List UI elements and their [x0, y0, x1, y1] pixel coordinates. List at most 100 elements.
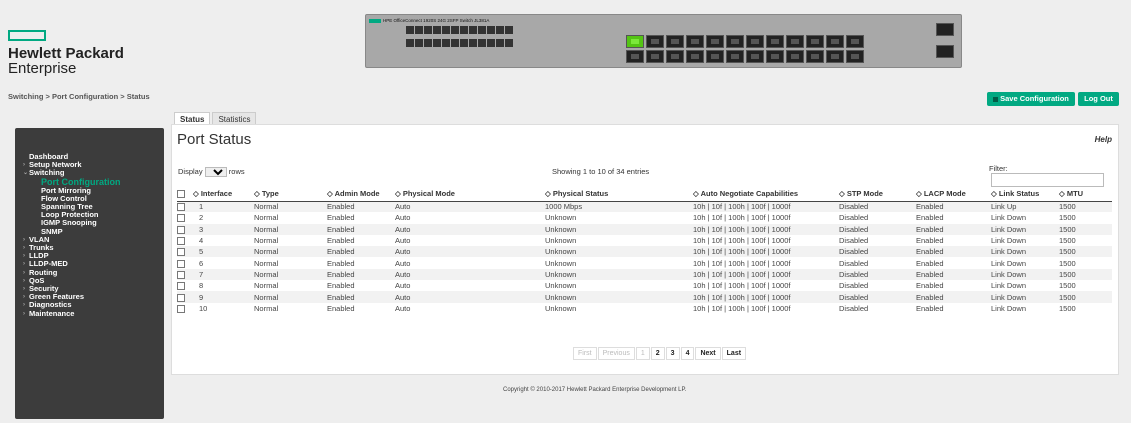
table-cell: 3: [193, 223, 254, 235]
table-row[interactable]: 2 Normal Enabled Auto Unknown 10h | 10f | 100…: [177, 212, 1112, 223]
pager-next[interactable]: Next: [695, 347, 721, 360]
switch-port-24[interactable]: [846, 50, 864, 63]
column-header[interactable]: ◇ Physical Status: [545, 187, 693, 202]
pager-first[interactable]: First: [573, 347, 597, 360]
switch-port-18[interactable]: [786, 50, 804, 63]
column-header[interactable]: ◇ Link Status: [991, 187, 1059, 202]
row-checkbox[interactable]: [177, 293, 185, 302]
switch-port-13[interactable]: [746, 35, 764, 48]
port-led: [424, 26, 432, 34]
table-row[interactable]: 9 Normal Enabled Auto Unknown 10h | 10f | 100…: [177, 291, 1112, 303]
switch-port-14[interactable]: [746, 50, 764, 63]
hpe-logo-mark: [8, 30, 46, 41]
table-cell: 10h | 10f | 100h | 100f | 1000f: [693, 223, 839, 235]
table-cell: Enabled: [327, 246, 395, 258]
table-cell: Link Down: [991, 213, 1027, 223]
row-checkbox[interactable]: [177, 270, 185, 279]
row-checkbox[interactable]: [177, 304, 185, 313]
row-checkbox[interactable]: [177, 248, 185, 257]
rows-per-page-select[interactable]: 10: [204, 167, 227, 177]
switch-port-17[interactable]: [786, 35, 804, 48]
table-cell: Enabled: [327, 236, 355, 246]
table-cell: Unknown: [545, 223, 693, 235]
column-header[interactable]: ◇ LACP Mode: [916, 187, 991, 202]
port-led: [451, 39, 459, 47]
table-cell: 10h | 10f | 100h | 100f | 1000f: [693, 258, 791, 268]
table-cell: 1: [193, 201, 254, 213]
switch-port-10[interactable]: [706, 50, 724, 63]
switch-port-12[interactable]: [726, 50, 744, 63]
switch-port-21[interactable]: [826, 35, 844, 48]
column-header[interactable]: ◇ STP Mode: [839, 187, 916, 202]
table-cell: Normal: [254, 258, 279, 268]
row-checkbox[interactable]: [177, 203, 185, 212]
port-led: [460, 39, 468, 47]
switch-port-7[interactable]: [686, 35, 704, 48]
row-checkbox[interactable]: [177, 259, 185, 268]
pager-2[interactable]: 2: [650, 347, 665, 360]
table-row[interactable]: 10 Normal Enabled Auto Unknown 10h | 10f | 10…: [177, 303, 1112, 314]
table-cell: Auto: [395, 246, 545, 258]
sidebar-item-port-mirroring[interactable]: Port Mirroring: [15, 186, 164, 195]
table-row[interactable]: 5 Normal Enabled Auto Unknown 10h | 10f | 100…: [177, 246, 1112, 258]
sidebar-nav: Dashboard › Setup Network ⌄ Switching Port Co…: [15, 128, 164, 419]
switch-port-16[interactable]: [766, 50, 784, 63]
switch-port-6[interactable]: [666, 50, 684, 63]
filter-input[interactable]: [991, 173, 1104, 187]
table-row[interactable]: 4 Normal Enabled Auto Unknown 10h | 10f | 100…: [177, 235, 1112, 246]
row-checkbox[interactable]: [177, 282, 185, 291]
switch-port-20[interactable]: [806, 50, 824, 63]
logout-button[interactable]: Log Out: [1078, 92, 1119, 106]
column-header[interactable]: ◇ Physical Mode: [395, 187, 545, 202]
row-checkbox[interactable]: [177, 214, 185, 223]
switch-port-5[interactable]: [666, 35, 684, 48]
table-cell: Enabled: [916, 258, 944, 268]
pager-3[interactable]: 3: [665, 347, 680, 360]
switch-port-11[interactable]: [726, 35, 744, 48]
switch-port-3[interactable]: [646, 35, 664, 48]
table-cell: Link Down: [991, 236, 1027, 246]
pager-1[interactable]: 1: [635, 347, 650, 360]
led-grid: [406, 26, 513, 52]
column-header[interactable]: ◇ Interface: [193, 187, 254, 202]
switch-port-9[interactable]: [706, 35, 724, 48]
row-checkbox[interactable]: [177, 225, 185, 234]
switch-port-2[interactable]: [626, 50, 644, 63]
column-header[interactable]: ◇ Type: [254, 187, 327, 202]
sfp-port-26[interactable]: [936, 45, 954, 58]
switch-port-4[interactable]: [646, 50, 664, 63]
save-icon: [993, 96, 999, 102]
column-header[interactable]: ◇ Auto Negotiate Capabilities: [693, 187, 839, 202]
table-cell: 1500: [1059, 258, 1076, 268]
chevron-icon: ›: [23, 162, 25, 169]
pager-previous[interactable]: Previous: [597, 347, 635, 360]
column-header[interactable]: ◇ MTU: [1059, 187, 1112, 202]
table-cell: 1500: [1059, 223, 1112, 235]
row-checkbox[interactable]: [177, 237, 185, 246]
table-cell: 5: [193, 246, 254, 258]
table-cell: Auto: [395, 236, 411, 246]
pager-4[interactable]: 4: [680, 347, 695, 360]
table-cell: Unknown: [545, 303, 577, 313]
switch-port-19[interactable]: [806, 35, 824, 48]
table-row[interactable]: 3 Normal Enabled Auto Unknown 10h | 10f | 100…: [177, 223, 1112, 235]
switch-port-22[interactable]: [826, 50, 844, 63]
switch-port-15[interactable]: [766, 35, 784, 48]
table-row[interactable]: 6 Normal Enabled Auto Unknown 10h | 10f | 100…: [177, 257, 1112, 268]
table-row[interactable]: 8 Normal Enabled Auto Unknown 10h | 10f | 100…: [177, 280, 1112, 291]
switch-port-23[interactable]: [846, 35, 864, 48]
switch-port-8[interactable]: [686, 50, 704, 63]
column-header[interactable]: ◇ Admin Mode: [327, 187, 395, 202]
help-link[interactable]: Help: [1095, 135, 1112, 144]
table-row[interactable]: 1 Normal Enabled Auto 1000 Mbps 10h | 10f | 1…: [177, 201, 1112, 213]
select-all-checkbox[interactable]: [177, 190, 185, 199]
table-row[interactable]: 7 Normal Enabled Auto Unknown 10h | 10f | 100…: [177, 268, 1112, 281]
pager-last[interactable]: Last: [721, 347, 747, 360]
sfp-port-25[interactable]: [936, 23, 954, 36]
save-configuration-button[interactable]: Save Configuration: [987, 92, 1075, 106]
sidebar-item-igmp-snooping[interactable]: IGMP Snooping: [15, 219, 164, 227]
table-cell: 10h | 10f | 100h | 100f | 1000f: [693, 236, 791, 246]
table-cell: Link Up: [991, 201, 1059, 213]
switch-port-1[interactable]: [626, 35, 644, 48]
sidebar-item-maintenance[interactable]: › Maintenance: [15, 309, 164, 318]
